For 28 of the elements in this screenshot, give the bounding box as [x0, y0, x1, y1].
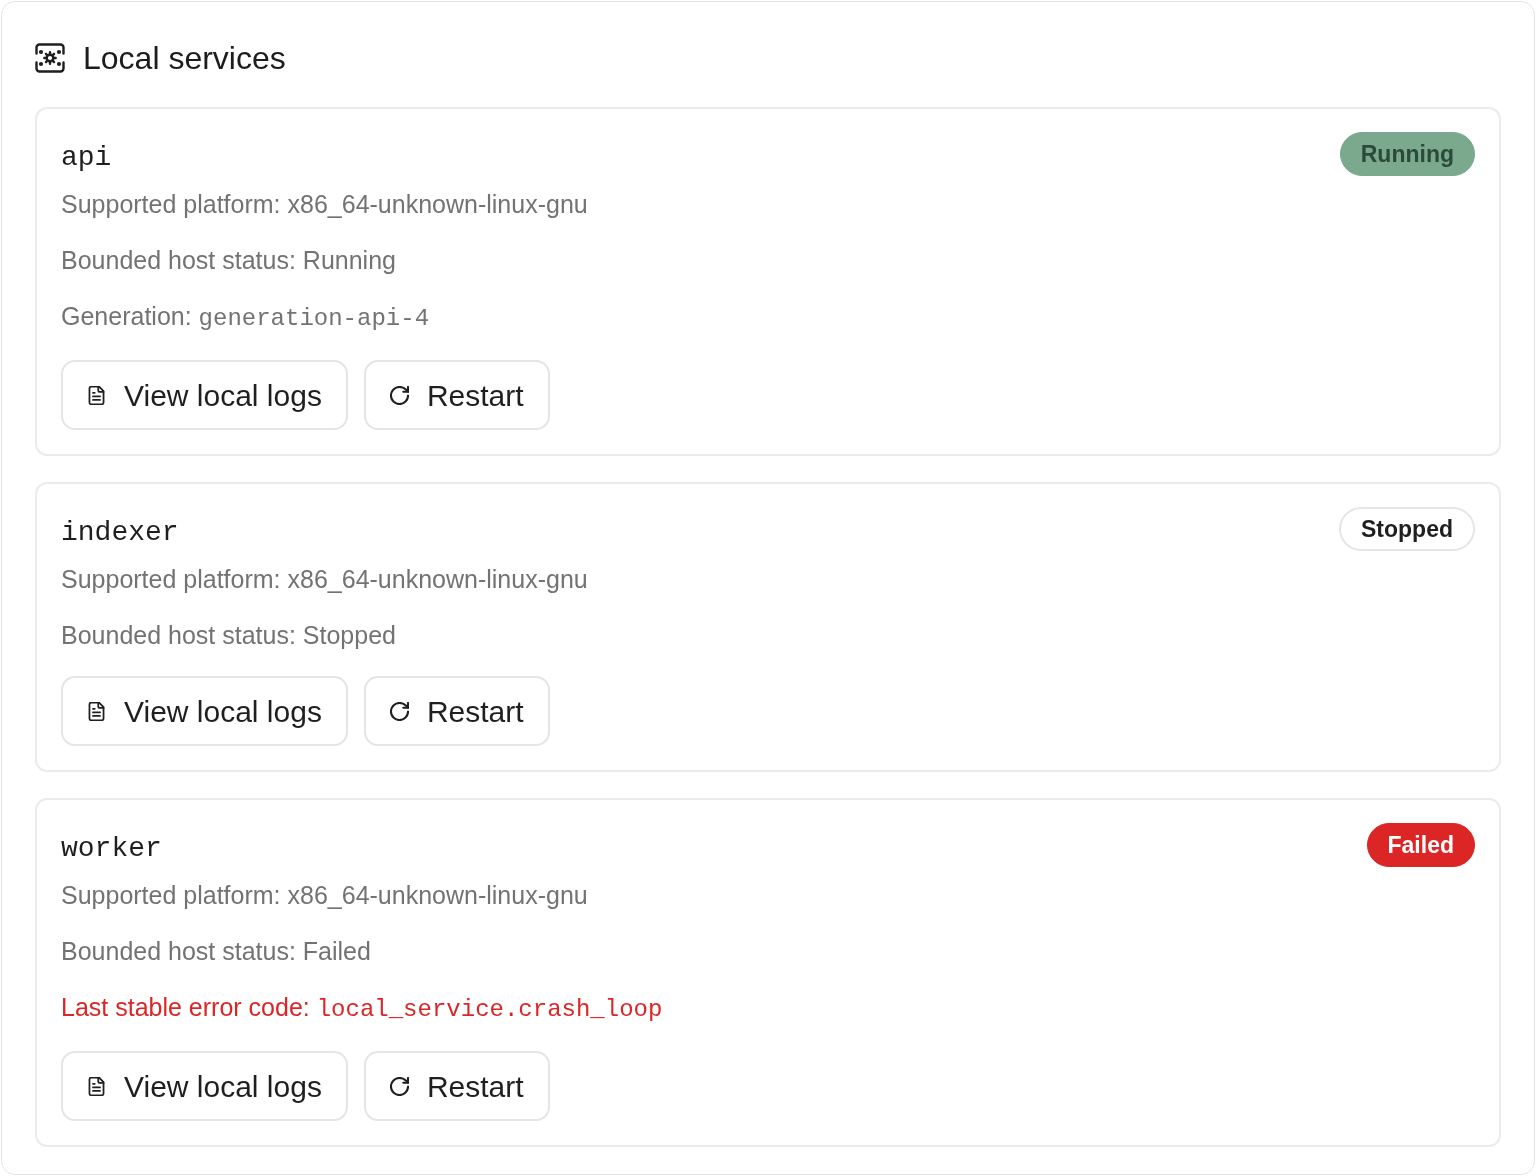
status-badge: Running: [1339, 132, 1475, 176]
detail-text: Generation: generation-api-4: [61, 301, 430, 334]
detail-text: Supported platform: x86_64-unknown-linux-gnu: [61, 189, 588, 220]
restart-button[interactable]: Restart: [363, 360, 550, 430]
refresh-icon: [389, 1076, 409, 1096]
detail-text: Supported platform: x86_64-unknown-linux-gnu: [61, 564, 588, 595]
service-name: indexer: [61, 516, 179, 550]
view-logs-button[interactable]: View local logs: [61, 360, 348, 430]
error-text: Last stable error code: local_service.crash_loop: [61, 992, 663, 1025]
refresh-icon: [389, 385, 409, 405]
restart-button[interactable]: Restart: [363, 676, 550, 746]
document-icon: [87, 385, 106, 405]
service-name: worker: [61, 832, 162, 866]
server-gear-icon: [35, 43, 65, 73]
detail-text: Bounded host status: Stopped: [61, 620, 396, 651]
detail-text: Bounded host status: Running: [61, 245, 396, 276]
view-logs-button[interactable]: View local logs: [61, 676, 348, 746]
service-name: api: [61, 141, 112, 175]
detail-text: Supported platform: x86_64-unknown-linux-gnu: [61, 880, 588, 911]
status-badge: Stopped: [1339, 507, 1475, 551]
restart-button[interactable]: Restart: [363, 1051, 550, 1121]
detail-text: Bounded host status: Failed: [61, 936, 371, 967]
document-icon: [87, 1076, 106, 1096]
refresh-icon: [389, 701, 409, 721]
view-logs-button[interactable]: View local logs: [61, 1051, 348, 1121]
section-title: Local services: [83, 40, 286, 76]
document-icon: [87, 701, 106, 721]
status-badge: Failed: [1366, 823, 1475, 867]
